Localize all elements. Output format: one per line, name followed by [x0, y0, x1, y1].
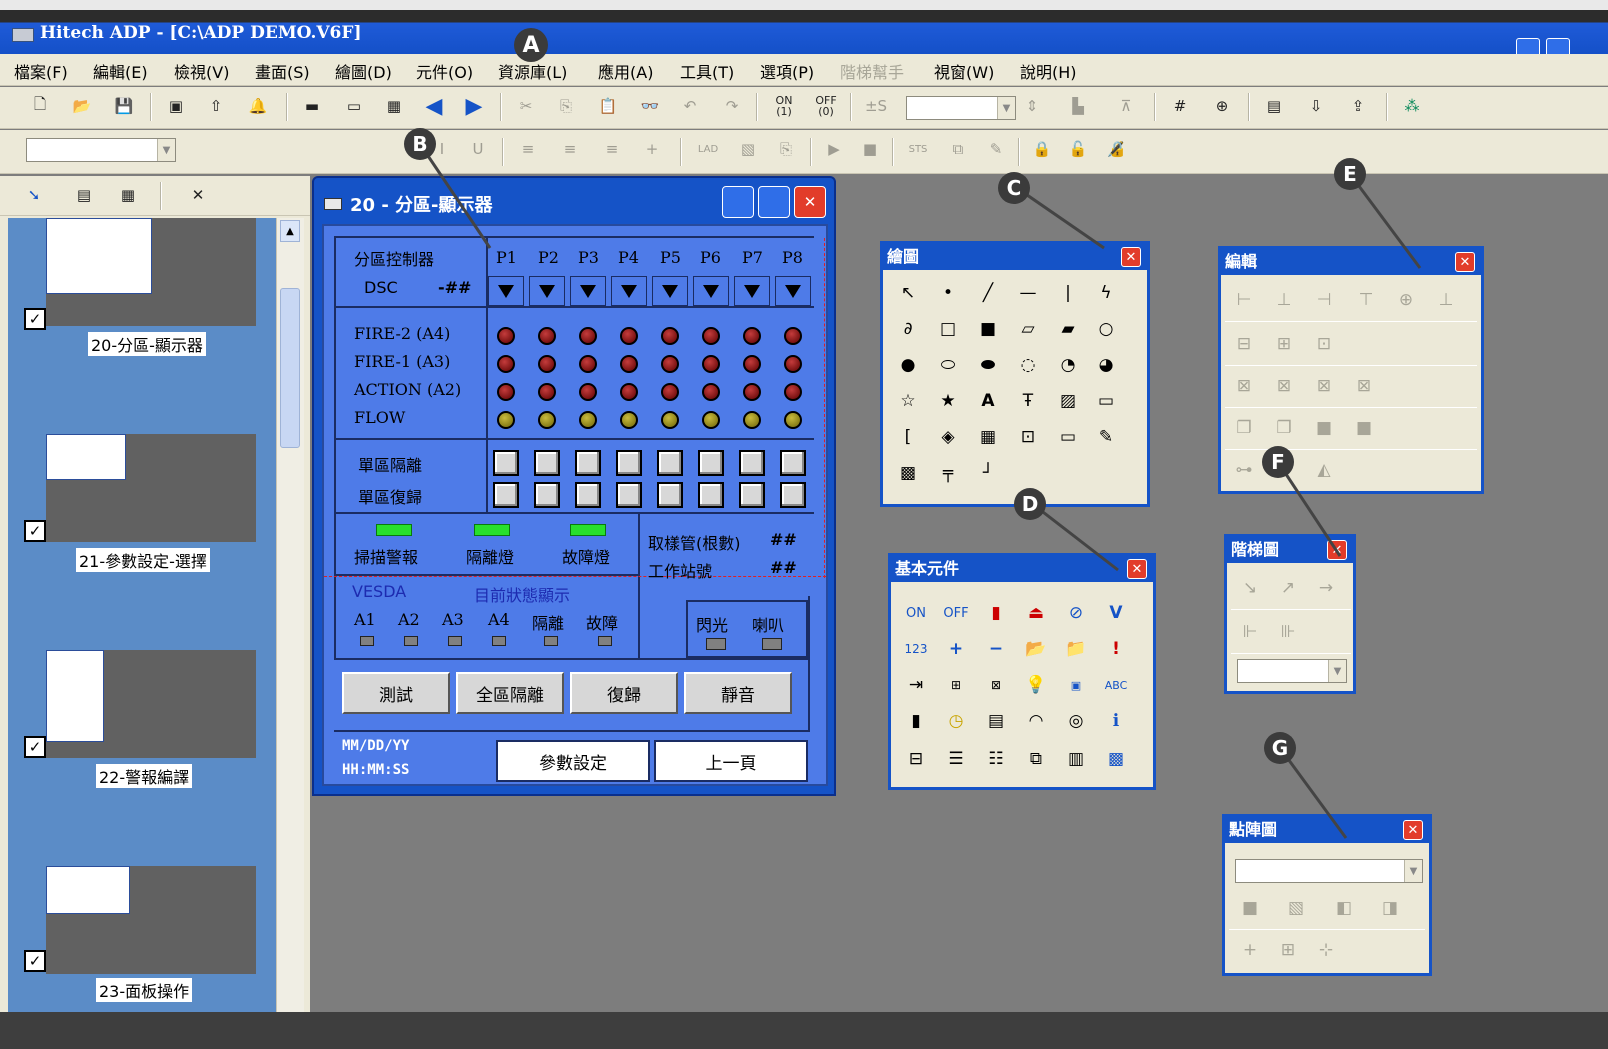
annotation-b: B	[404, 128, 436, 160]
annotation-c: C	[998, 172, 1030, 204]
annotation-f: F	[1262, 446, 1294, 478]
annotation-g: G	[1264, 732, 1296, 764]
annotation-e: E	[1334, 158, 1366, 190]
annotation-lines	[418, 143, 1422, 839]
annotation-d: D	[1014, 488, 1046, 520]
